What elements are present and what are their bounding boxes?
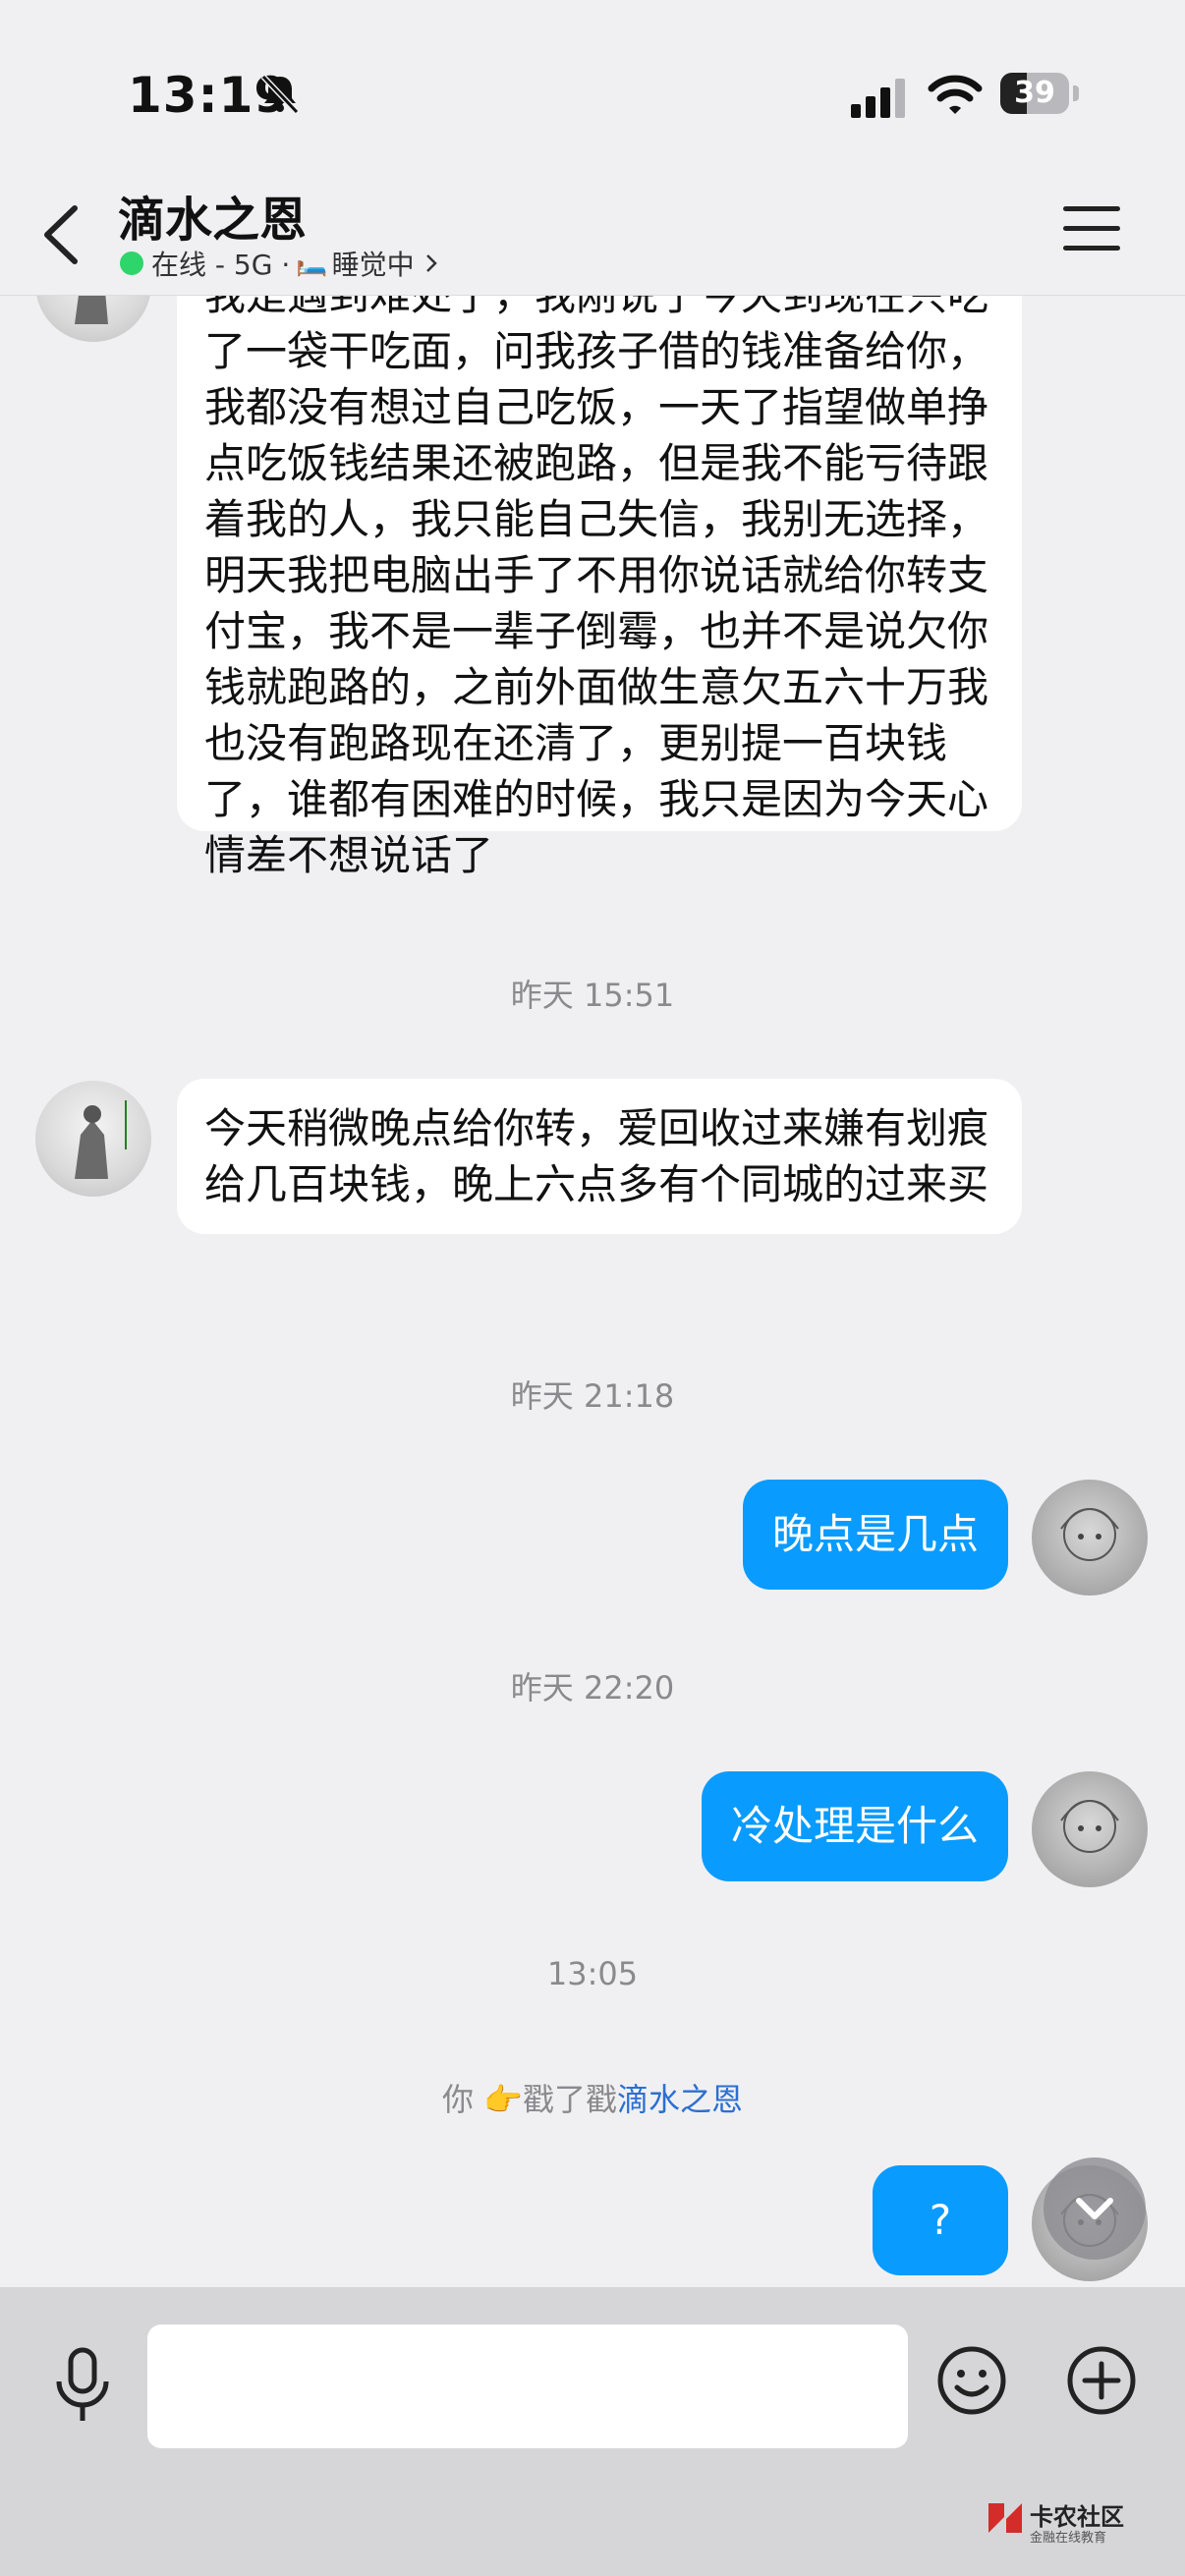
poke-prefix: 你 — [441, 2081, 484, 2118]
sketch-girl-icon — [1060, 1508, 1119, 1561]
scroll-to-bottom-button[interactable] — [1044, 2157, 1146, 2260]
chevron-right-icon — [425, 254, 437, 272]
message-text: 冷处理是什么 — [730, 1802, 979, 1850]
battery-tip — [1073, 85, 1079, 101]
online-dot-icon — [120, 252, 143, 275]
hamburger-menu-icon[interactable] — [1063, 206, 1120, 253]
user-avatar[interactable] — [1032, 1771, 1148, 1887]
back-chevron-icon[interactable] — [35, 200, 90, 269]
message-bubble-outgoing[interactable]: 晚点是几点 — [742, 1480, 1008, 1590]
plus-circle-icon[interactable] — [1065, 2344, 1138, 2417]
watermark: 卡农社区 金融在线教育 — [985, 2493, 1181, 2552]
message-text: 晚点是几点 — [771, 1510, 979, 1558]
contact-avatar[interactable] — [35, 1081, 151, 1197]
timestamp: 昨天 21:18 — [510, 1377, 675, 1415]
cellular-signal-icon — [851, 79, 905, 118]
presence-status-row[interactable]: 在线 - 5G · 🛏️ 睡觉中 — [120, 244, 438, 283]
watermark-subtitle: 金融在线教育 — [1030, 2531, 1107, 2546]
contact-avatar[interactable] — [35, 295, 151, 342]
chat-header: 滴水之恩 在线 - 5G · 🛏️ 睡觉中 — [0, 167, 1185, 296]
user-avatar[interactable] — [1032, 1480, 1148, 1596]
message-input[interactable] — [147, 2324, 908, 2448]
smiley-icon[interactable] — [935, 2344, 1008, 2417]
microphone-icon[interactable] — [51, 2346, 114, 2425]
battery-body: 39 — [1000, 73, 1069, 114]
battery-percentage: 39 — [1014, 76, 1055, 110]
battery-indicator: 39 — [1000, 73, 1079, 116]
activity-status: 睡觉中 — [331, 249, 415, 281]
timestamp: 13:05 — [546, 1955, 639, 1992]
poke-action: 戳了戳 — [523, 2081, 618, 2118]
poke-target-name[interactable]: 滴水之恩 — [617, 2081, 743, 2118]
message-bubble-outgoing[interactable]: 冷处理是什么 — [701, 1771, 1008, 1881]
timestamp: 昨天 15:51 — [510, 977, 675, 1014]
timestamp: 昨天 22:20 — [510, 1669, 675, 1707]
message-bubble-incoming[interactable]: 我是遇到难处了，我刚说了今天到现在只吃了一袋干吃面，问我孩子借的钱准备给你，我都… — [177, 295, 1022, 879]
watermark-logo-icon — [988, 2503, 1022, 2533]
sage-figure-icon — [75, 1100, 127, 1179]
wifi-icon — [928, 75, 983, 114]
contact-name[interactable]: 滴水之恩 — [118, 181, 307, 250]
message-text: 今天稍微晚点给你转，爱回收过来嫌有划痕给几百块钱，晚上六点多有个同城的过来买 — [204, 1104, 989, 1208]
chevron-down-icon — [1076, 2198, 1113, 2219]
bed-icon: 🛏️ — [296, 249, 328, 278]
message-bubble-incoming[interactable]: 今天稍微晚点给你转，爱回收过来嫌有划痕给几百块钱，晚上六点多有个同城的过来买 — [177, 1079, 1022, 1234]
pointing-hand-icon: 👉 — [483, 2081, 523, 2118]
poke-notice: 你 👉戳了戳滴水之恩 — [0, 2075, 1185, 2120]
message-text: ? — [929, 2196, 952, 2244]
presence-status: 在线 - 5G · — [151, 249, 291, 281]
message-text: 我是遇到难处了，我刚说了今天到现在只吃了一袋干吃面，问我孩子借的钱准备给你，我都… — [204, 295, 989, 879]
status-bar: 13:19 39 — [0, 0, 1185, 167]
silent-bell-icon — [260, 74, 300, 115]
sketch-girl-icon — [1060, 1800, 1119, 1853]
message-list[interactable]: 我是遇到难处了，我刚说了今天到现在只吃了一袋干吃面，问我孩子借的钱准备给你，我都… — [0, 295, 1185, 2287]
sage-figure-icon — [75, 295, 108, 324]
input-bar: 卡农社区 金融在线教育 — [0, 2287, 1185, 2576]
message-bubble-outgoing[interactable]: ? — [873, 2165, 1008, 2275]
